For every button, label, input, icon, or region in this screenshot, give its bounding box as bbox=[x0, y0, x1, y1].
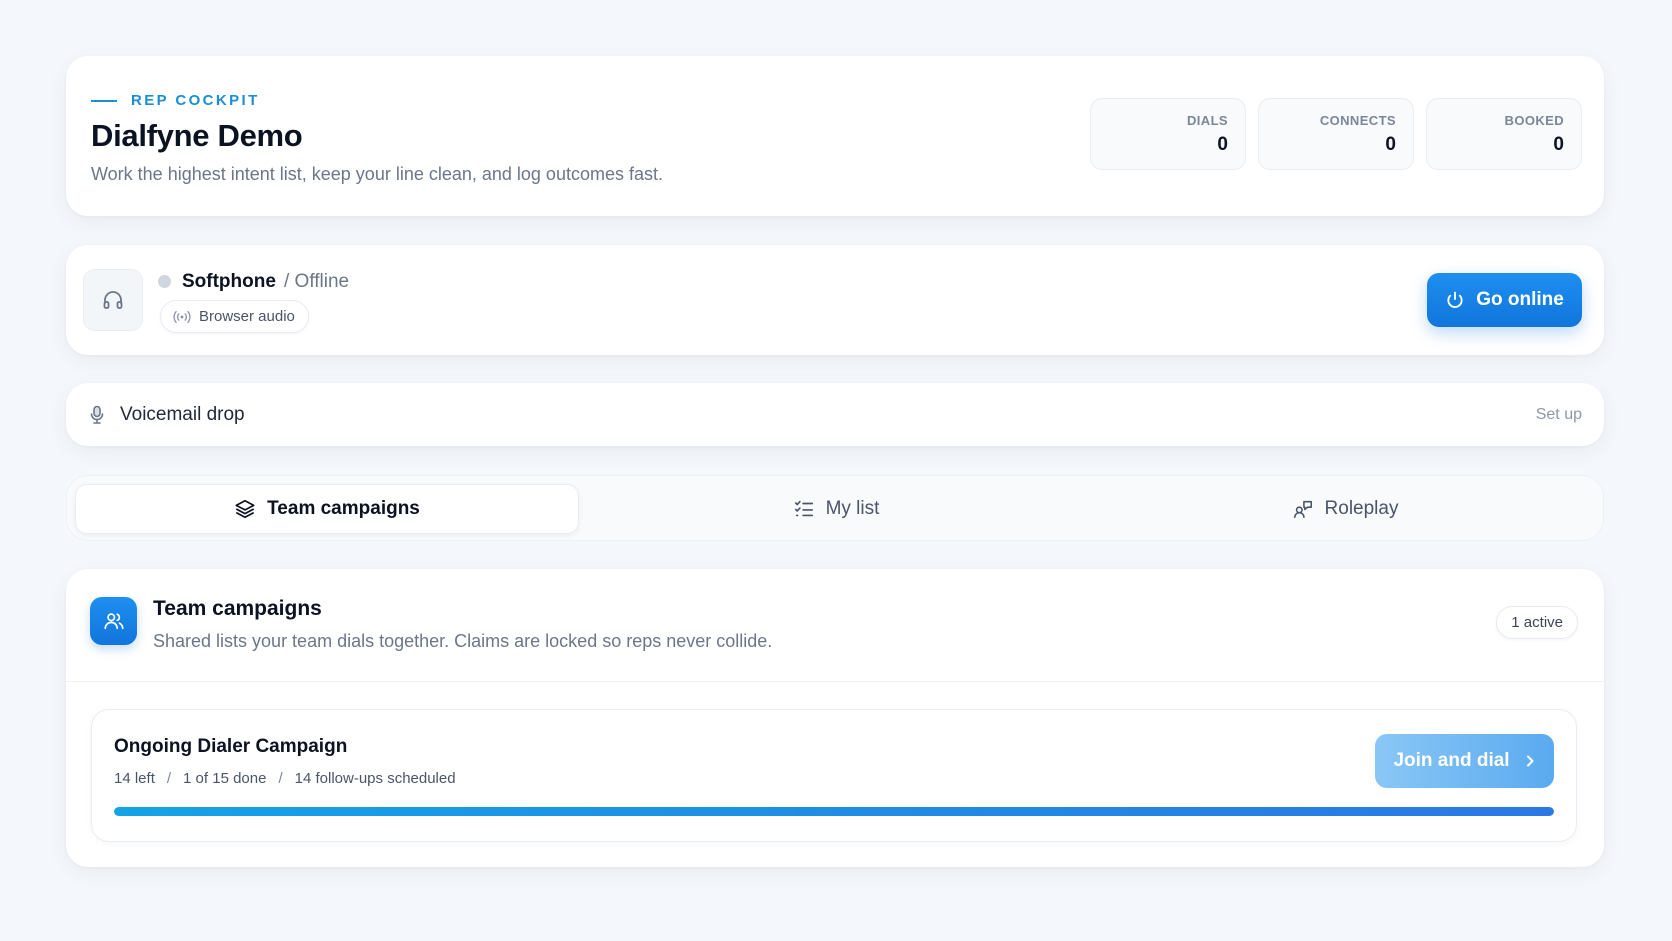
stat-label: BOOKED bbox=[1504, 113, 1564, 128]
tab-my-list[interactable]: My list bbox=[584, 484, 1088, 534]
stat-dials: DIALS 0 bbox=[1090, 98, 1246, 170]
softphone-status: / Offline bbox=[284, 271, 350, 292]
campaign-progress-fill bbox=[114, 807, 1554, 816]
page-title: Dialfyne Demo bbox=[91, 118, 303, 153]
eyebrow-line bbox=[91, 99, 117, 102]
campaign-followups: 14 follow-ups scheduled bbox=[294, 770, 456, 787]
divider bbox=[66, 681, 1604, 682]
section-description: Shared lists your team dials together. C… bbox=[153, 631, 773, 651]
stat-label: CONNECTS bbox=[1319, 113, 1396, 128]
campaign-meta: 14 left / 1 of 15 done / 14 follow-ups s… bbox=[114, 770, 456, 787]
join-and-dial-button[interactable]: Join and dial bbox=[1375, 734, 1554, 788]
stat-value: 0 bbox=[1217, 134, 1228, 155]
campaign-name: Ongoing Dialer Campaign bbox=[114, 736, 348, 757]
stat-connects: CONNECTS 0 bbox=[1258, 98, 1414, 170]
page-subtitle: Work the highest intent list, keep your … bbox=[91, 164, 663, 184]
roleplay-icon bbox=[1293, 500, 1312, 519]
go-online-button[interactable]: Go online bbox=[1427, 273, 1582, 327]
browser-audio-pill: Browser audio bbox=[160, 300, 309, 333]
chevron-right-icon bbox=[1526, 755, 1534, 767]
campaign-done: 1 of 15 done bbox=[183, 770, 267, 787]
meta-separator: / bbox=[166, 770, 172, 787]
tab-bar: Team campaigns My list Roleplay bbox=[66, 475, 1604, 541]
eyebrow-label: REP COCKPIT bbox=[131, 92, 260, 109]
campaign-progress-bar bbox=[114, 807, 1554, 816]
tab-roleplay[interactable]: Roleplay bbox=[1093, 484, 1597, 534]
stat-value: 0 bbox=[1553, 134, 1564, 155]
checklist-icon bbox=[794, 500, 813, 517]
campaign-left: 14 left bbox=[114, 770, 155, 787]
stat-value: 0 bbox=[1385, 134, 1396, 155]
headphones-icon bbox=[83, 269, 143, 331]
voicemail-label: Voicemail drop bbox=[120, 404, 245, 425]
softphone-card: Softphone / Offline Browser audio Go onl… bbox=[66, 245, 1604, 355]
browser-audio-label: Browser audio bbox=[199, 308, 295, 325]
stats-group: DIALS 0 CONNECTS 0 BOOKED 0 bbox=[1090, 98, 1582, 170]
go-online-label: Go online bbox=[1476, 289, 1564, 310]
header-card: REP COCKPIT Dialfyne Demo Work the highe… bbox=[66, 56, 1604, 216]
users-icon bbox=[90, 597, 137, 645]
stat-booked: BOOKED 0 bbox=[1426, 98, 1582, 170]
tab-label: Roleplay bbox=[1324, 498, 1399, 519]
softphone-title: Softphone bbox=[182, 271, 276, 292]
broadcast-icon bbox=[173, 310, 191, 323]
campaign-item: Ongoing Dialer Campaign 14 left / 1 of 1… bbox=[91, 709, 1577, 842]
microphone-icon bbox=[90, 405, 104, 424]
layers-icon bbox=[235, 499, 255, 519]
stat-label: DIALS bbox=[1187, 113, 1228, 128]
eyebrow: REP COCKPIT bbox=[91, 92, 260, 109]
voicemail-setup-link[interactable]: Set up bbox=[1536, 406, 1582, 424]
tab-team-campaigns[interactable]: Team campaigns bbox=[75, 484, 579, 534]
meta-separator: / bbox=[278, 770, 283, 787]
status-dot bbox=[158, 275, 171, 288]
section-title: Team campaigns bbox=[153, 597, 322, 620]
team-campaigns-card: Team campaigns Shared lists your team di… bbox=[66, 569, 1604, 867]
tab-label: Team campaigns bbox=[267, 498, 420, 519]
active-count-badge: 1 active bbox=[1496, 606, 1578, 639]
voicemail-card[interactable]: Voicemail drop Set up bbox=[66, 383, 1604, 446]
join-and-dial-label: Join and dial bbox=[1393, 750, 1510, 771]
power-icon bbox=[1447, 291, 1463, 308]
tab-label: My list bbox=[825, 498, 880, 519]
